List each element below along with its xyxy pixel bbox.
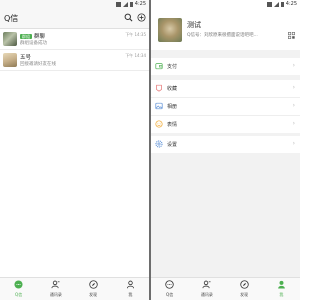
nav-tab-me[interactable]: 我 — [112, 278, 149, 300]
signal-icon — [266, 1, 272, 7]
menu-label: 相册 — [167, 104, 178, 110]
profile-avatar — [158, 18, 182, 42]
album-icon — [155, 102, 163, 110]
chat-preview: 回接邀请好友在线 — [20, 62, 56, 67]
nav-label: 通讯录 — [200, 292, 213, 297]
menu-item-stickers[interactable]: 表情 › — [151, 116, 300, 133]
battery-icon — [129, 1, 133, 7]
nav-tab-contacts[interactable]: 通讯录 — [37, 278, 74, 300]
battery-icon — [280, 1, 284, 7]
nav-tab-messages[interactable]: Q信 — [151, 278, 188, 300]
nav-label: 我 — [279, 292, 284, 297]
nav-tab-discover[interactable]: 发现 — [226, 278, 263, 300]
chat-list: 群组 群聊 群组设备成功 下午 14:35 五号 回接邀请好友在线 下午 14:… — [0, 29, 149, 71]
menu-item-pay[interactable]: 支付 › — [151, 58, 300, 75]
wallet-icon — [155, 63, 163, 70]
screenshot-frame: 4:25 Q信 群组 群聊 群组设备成功 下午 14:35 五号 回接邀请好友在… — [0, 0, 300, 300]
menu-group-settings: 设置 › — [151, 136, 300, 153]
chat-bubble-icon — [165, 280, 174, 289]
wifi-icon — [273, 1, 279, 7]
person-icon — [278, 280, 285, 289]
chat-time: 下午 14:35 — [125, 32, 146, 37]
menu-label: 支付 — [167, 64, 178, 70]
qr-code-icon[interactable] — [288, 32, 295, 39]
nav-tab-discover[interactable]: 发现 — [75, 278, 112, 300]
profile-card[interactable]: 测试 Q信号：刘欣原来很擅面说话吧吧... — [151, 8, 300, 50]
status-bar: 4:25 — [0, 0, 149, 8]
signal-icon — [115, 1, 121, 7]
menu-group-pay: 支付 › — [151, 58, 300, 75]
menu-label: 表情 — [167, 122, 178, 128]
compass-icon — [239, 280, 249, 289]
chat-name: 群聊 — [34, 34, 46, 40]
bottom-nav: Q信 通讯录 发现 我 — [151, 277, 300, 300]
group-badge: 群组 — [20, 33, 32, 39]
gear-icon — [155, 140, 163, 148]
status-icons: 4:25 — [266, 1, 297, 7]
contacts-icon — [51, 280, 60, 289]
status-time: 4:25 — [134, 1, 146, 7]
chat-title: 五号 — [20, 53, 31, 61]
status-time: 4:25 — [285, 1, 297, 7]
chat-item-contact[interactable]: 五号 回接邀请好友在线 下午 14:34 — [0, 50, 149, 71]
nav-label: Q信 — [166, 292, 174, 297]
chevron-right-icon: › — [292, 102, 295, 109]
person-icon — [126, 280, 134, 289]
status-bar: 4:25 — [151, 0, 300, 8]
chat-list-screen: 4:25 Q信 群组 群聊 群组设备成功 下午 14:35 五号 回接邀请好友在… — [0, 0, 149, 300]
nav-tab-messages[interactable]: Q信 — [0, 278, 37, 300]
chat-preview: 群组设备成功 — [20, 41, 47, 46]
chevron-right-icon: › — [292, 84, 295, 91]
compass-icon — [88, 280, 98, 289]
profile-name: 测试 — [187, 21, 201, 29]
nav-label: Q信 — [15, 292, 23, 297]
menu-item-album[interactable]: 相册 › — [151, 98, 300, 116]
status-icons: 4:25 — [115, 1, 146, 7]
menu-group-media: 收藏 › 相册 › 表情 › — [151, 80, 300, 133]
chevron-right-icon: › — [292, 62, 295, 69]
contacts-icon — [202, 280, 211, 289]
nav-label: 通讯录 — [49, 292, 62, 297]
add-icon[interactable] — [137, 13, 146, 22]
nav-label: 发现 — [89, 292, 98, 297]
nav-tab-contacts[interactable]: 通讯录 — [188, 278, 225, 300]
profile-qq-id: Q信号：刘欣原来很擅面说话吧吧... — [187, 33, 258, 38]
app-bar: Q信 — [0, 8, 149, 29]
nav-label: 发现 — [240, 292, 249, 297]
chat-title: 群组 群聊 — [20, 32, 45, 40]
bottom-nav: Q信 通讯录 发现 我 — [0, 277, 149, 300]
profile-screen: 4:25 测试 Q信号：刘欣原来很擅面说话吧吧... 支付 › 收藏 › 相册 … — [151, 0, 300, 300]
app-title: Q信 — [4, 14, 19, 23]
menu-label: 收藏 — [167, 86, 178, 92]
chevron-right-icon: › — [292, 140, 295, 147]
chat-name: 五号 — [20, 55, 32, 61]
collection-icon — [156, 84, 162, 92]
group-avatar — [3, 32, 17, 46]
menu-label: 设置 — [167, 142, 178, 148]
nav-tab-me[interactable]: 我 — [263, 278, 300, 300]
menu-item-settings[interactable]: 设置 › — [151, 136, 300, 153]
wifi-icon — [122, 1, 128, 7]
search-icon[interactable] — [124, 13, 133, 22]
chat-item-group[interactable]: 群组 群聊 群组设备成功 下午 14:35 — [0, 29, 149, 50]
chat-bubble-icon — [14, 280, 23, 289]
contact-avatar — [3, 53, 17, 67]
chat-time: 下午 14:34 — [125, 53, 146, 58]
menu-item-favorites[interactable]: 收藏 › — [151, 80, 300, 98]
emoji-icon — [155, 120, 163, 128]
chevron-right-icon: › — [292, 120, 295, 127]
nav-label: 我 — [128, 292, 133, 297]
